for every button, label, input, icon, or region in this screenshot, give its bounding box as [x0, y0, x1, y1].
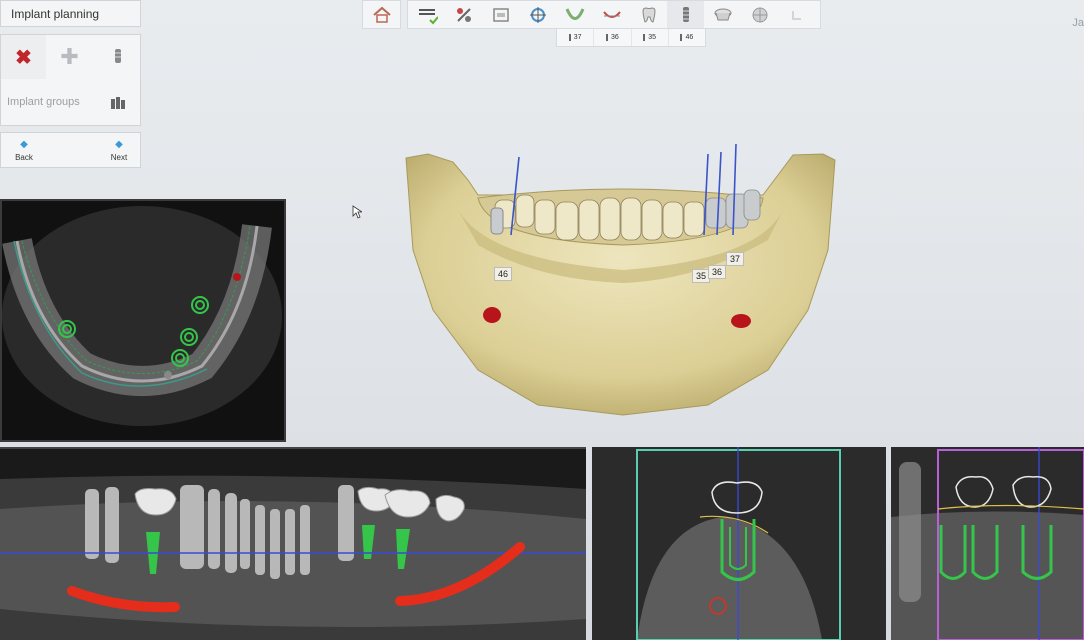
- implant-tabs: 37 36 35 46: [556, 28, 706, 47]
- panel-title: Implant planning: [0, 0, 141, 27]
- implant-icon: [682, 6, 689, 22]
- axial-ct-view[interactable]: [0, 199, 286, 442]
- 3d-mandible-view[interactable]: 46 35 36 37: [398, 140, 843, 420]
- mandible-model: [405, 143, 836, 416]
- home-icon: [372, 6, 391, 23]
- implant-tab[interactable]: 36: [594, 29, 632, 46]
- cross-section-button[interactable]: [519, 1, 556, 28]
- user-name-partial: Ja: [1072, 17, 1084, 29]
- implant-tab-label: 46: [685, 34, 694, 41]
- crown-icon: [714, 8, 731, 20]
- crown-button[interactable]: [704, 1, 741, 28]
- implant-tab-label: 35: [648, 34, 657, 41]
- implant-button[interactable]: [95, 35, 140, 79]
- delete-implant-button[interactable]: ✖: [1, 35, 46, 79]
- cross-section-icon: [529, 6, 546, 23]
- implant-tab-icon: [680, 34, 683, 41]
- cross-section-slice: [592, 447, 886, 640]
- sphere-button[interactable]: [741, 1, 778, 28]
- tools-icon: [456, 7, 471, 22]
- implant-tab-label: 37: [573, 34, 582, 41]
- back-arrow-icon: ◆: [20, 139, 28, 150]
- implant-icon: [114, 49, 121, 63]
- implant-groups-label: Implant groups: [7, 96, 80, 108]
- cross-section-view[interactable]: [592, 447, 886, 640]
- curve-button[interactable]: [593, 1, 630, 28]
- implant-tab-label: 36: [610, 34, 619, 41]
- undo-button[interactable]: [778, 1, 815, 28]
- undo-icon: [791, 10, 801, 20]
- implant-tab-icon: [605, 34, 608, 41]
- workflow-toolbar: [407, 0, 821, 29]
- sphere-icon: [752, 7, 767, 22]
- tooth-label-36: 36: [708, 265, 727, 279]
- wizard-navigation: ◆ Back ◆ Next: [0, 132, 141, 168]
- implant-group-icon: [110, 97, 125, 109]
- implant-groups-button[interactable]: [95, 82, 140, 126]
- next-label: Next: [110, 153, 128, 162]
- list-check-button[interactable]: [408, 1, 445, 28]
- tools-button[interactable]: [445, 1, 482, 28]
- implant-tab[interactable]: 35: [632, 29, 669, 46]
- implant-tab-icon: [643, 34, 646, 41]
- tangential-view[interactable]: [891, 447, 1084, 640]
- panoramic-slice: [0, 449, 586, 640]
- curve-icon: [602, 10, 621, 18]
- implant-tab[interactable]: 46: [669, 29, 705, 46]
- implant-step-button[interactable]: [667, 1, 704, 28]
- arch-button[interactable]: [556, 1, 593, 28]
- back-label: Back: [15, 153, 33, 162]
- screen-icon: [492, 7, 509, 22]
- tooth-label-46: 46: [494, 267, 513, 281]
- plus-icon: ✚: [60, 44, 79, 69]
- mouse-cursor-icon: [352, 205, 362, 219]
- screen-button[interactable]: [482, 1, 519, 28]
- tooth-label-37: 37: [726, 252, 745, 266]
- next-button[interactable]: ◆ Next: [96, 133, 142, 169]
- tooth-icon: [641, 6, 656, 23]
- list-check-icon: [418, 8, 438, 24]
- implant-tab[interactable]: 37: [557, 29, 595, 46]
- panoramic-ct-view[interactable]: [0, 447, 586, 640]
- implant-tools: ✖ ✚ Implant groups: [0, 34, 141, 126]
- tooth-button[interactable]: [630, 1, 667, 28]
- add-implant-button[interactable]: ✚: [47, 35, 92, 79]
- arch-icon: [565, 7, 584, 20]
- next-arrow-icon: ◆: [115, 139, 123, 150]
- delete-icon: ✖: [15, 46, 32, 69]
- implant-tab-icon: [568, 34, 571, 41]
- home-button[interactable]: [362, 0, 401, 29]
- back-button[interactable]: ◆ Back: [1, 133, 47, 169]
- axial-slice: [2, 206, 282, 426]
- tangential-slice: [891, 447, 1084, 640]
